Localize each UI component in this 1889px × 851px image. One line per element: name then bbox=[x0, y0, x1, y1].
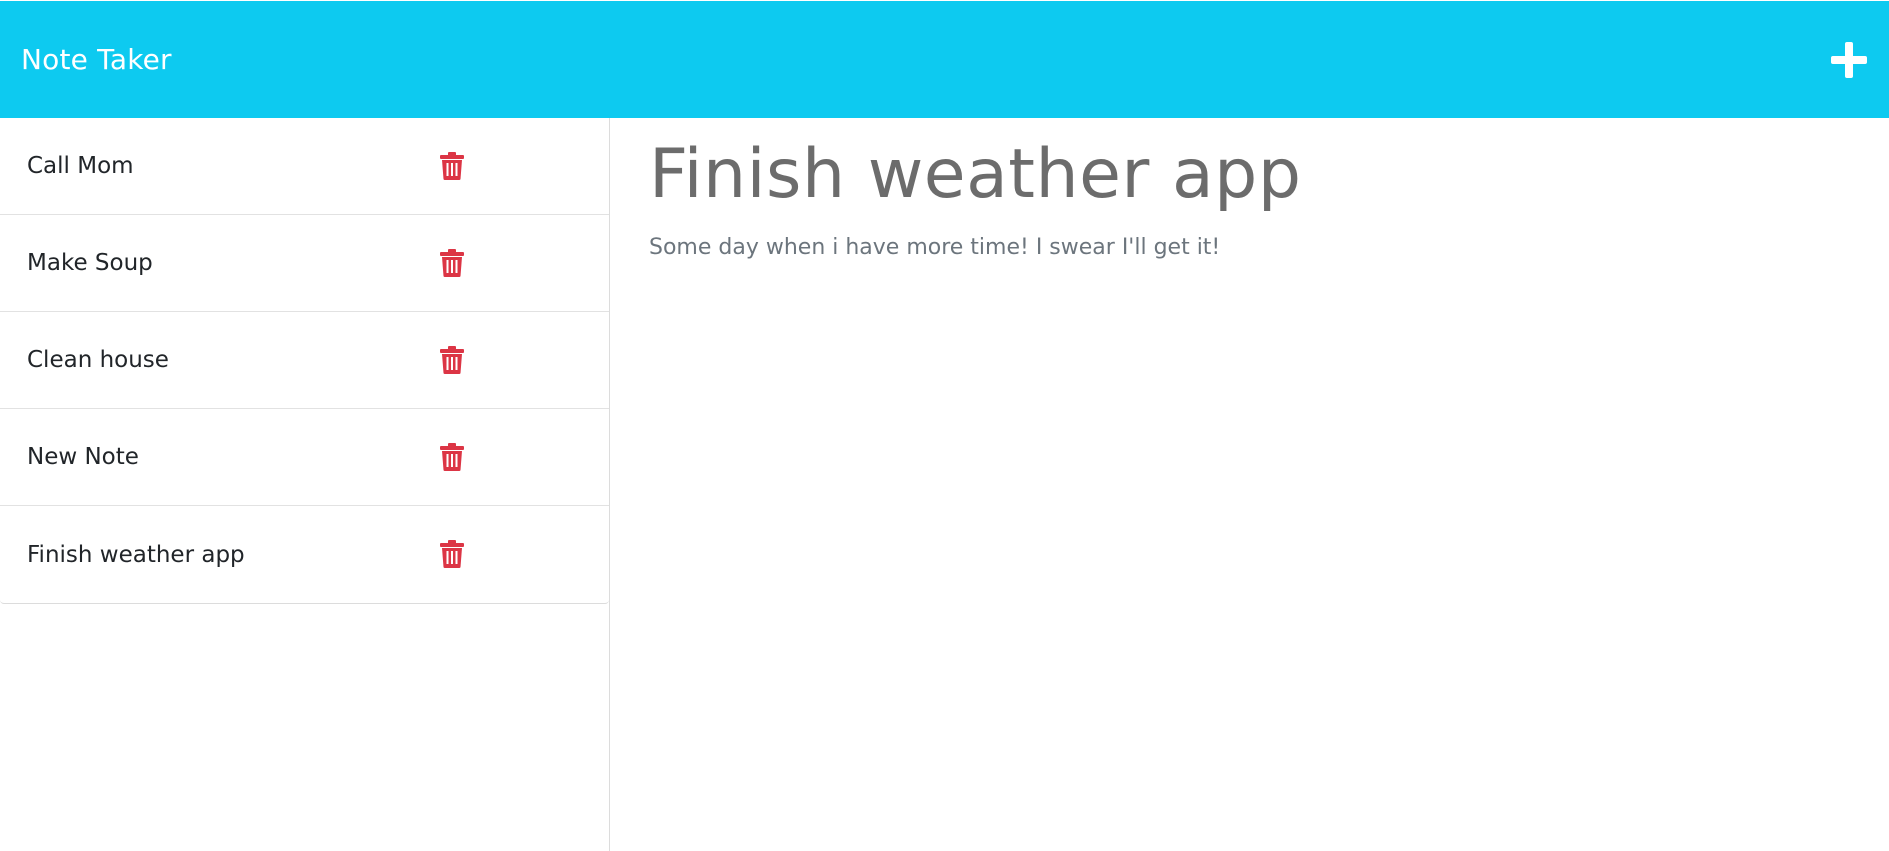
note-list-panel: Call Mom Make Soup Clean house New Note … bbox=[0, 118, 610, 851]
note-text[interactable]: Some day when i have more time! I swear … bbox=[649, 235, 1889, 260]
note-list: Call Mom Make Soup Clean house New Note … bbox=[0, 118, 609, 604]
note-list-title: Finish weather app bbox=[27, 541, 245, 568]
trash-icon[interactable] bbox=[440, 346, 464, 374]
trash-icon[interactable] bbox=[440, 540, 464, 568]
list-item[interactable]: Call Mom bbox=[0, 118, 609, 215]
trash-icon[interactable] bbox=[440, 443, 464, 471]
add-note-icon[interactable] bbox=[1831, 41, 1867, 78]
trash-icon[interactable] bbox=[440, 249, 464, 277]
note-list-title: Clean house bbox=[27, 347, 169, 373]
list-item[interactable]: New Note bbox=[0, 409, 609, 506]
navbar: Note Taker bbox=[0, 1, 1889, 118]
trash-icon[interactable] bbox=[440, 152, 464, 180]
list-item[interactable]: Clean house bbox=[0, 312, 609, 409]
note-title[interactable]: Finish weather app bbox=[649, 137, 1889, 213]
note-detail-panel: Finish weather app Some day when i have … bbox=[611, 118, 1889, 851]
list-item[interactable]: Make Soup bbox=[0, 215, 609, 312]
note-list-title: Call Mom bbox=[27, 153, 134, 179]
note-list-title: New Note bbox=[27, 444, 139, 470]
list-item[interactable]: Finish weather app bbox=[0, 506, 609, 603]
app-title: Note Taker bbox=[21, 43, 172, 76]
note-list-title: Make Soup bbox=[27, 250, 153, 276]
